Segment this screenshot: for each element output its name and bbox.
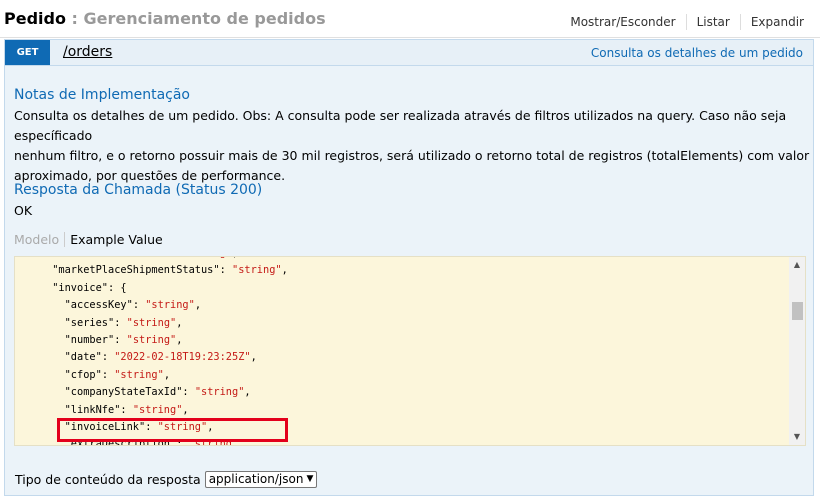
chevron-down-icon: ▼ [306, 474, 314, 484]
code-line: "accessKey": "string", [15, 297, 785, 314]
operation-bar[interactable]: GET /orders Consulta os detalhes de um p… [4, 39, 814, 66]
resource-description: Gerenciamento de pedidos [83, 9, 326, 28]
notes-line: nenhum filtro, e o retorno possuir mais … [14, 148, 810, 163]
code-key: "invoice" [52, 281, 108, 294]
code-line: "cfop": "string", [15, 367, 785, 384]
code-key: "accessKey" [64, 299, 133, 312]
code-line: "linkNfe": "string", [15, 402, 785, 419]
code-value: "string" [145, 299, 195, 312]
code-colon: : [101, 368, 115, 381]
code-value: "string" [232, 264, 282, 277]
code-line: "date": "2022-02-18T19:23:25Z", [15, 349, 785, 366]
title-separator: : [65, 9, 84, 28]
code-line: "series": "string", [15, 315, 785, 332]
action-divider [685, 14, 687, 30]
scroll-up-icon[interactable]: ▲ [789, 257, 805, 273]
implementation-notes-title: Notas de Implementação [14, 87, 190, 103]
list-link[interactable]: Listar [697, 15, 730, 29]
code-value: "string" [194, 386, 245, 399]
response-content-type: Tipo de conteúdo da resposta application… [15, 471, 318, 488]
resource-header: Pedido : Gerenciamento de pedidos Mostra… [0, 0, 820, 38]
code-line: "number": "string", [15, 332, 785, 349]
code-value: "2022-02-18T19:23:25Z" [114, 351, 251, 364]
code-colon: : [132, 299, 146, 312]
implementation-notes-text: Consulta os detalhes de um pedido. Obs: … [14, 106, 813, 186]
operation-path[interactable]: /orders [63, 44, 112, 60]
code-line: "companyStateTaxId": "string", [15, 384, 785, 401]
code-tail: , [176, 333, 183, 346]
code-key: "linkNfe" [64, 403, 121, 416]
code-line: "invoice": { [15, 280, 785, 297]
code-value: "string" [114, 368, 164, 381]
http-method-badge[interactable]: GET [5, 40, 50, 65]
scroll-down-icon[interactable]: ▼ [789, 429, 805, 445]
resource-title[interactable]: Pedido : Gerenciamento de pedidos [4, 9, 326, 28]
tab-model[interactable]: Modelo [14, 232, 66, 247]
code-value: "string" [126, 316, 177, 329]
code-key: "number" [64, 333, 115, 346]
code-value: "string" [132, 403, 183, 416]
code-key: "date" [64, 351, 102, 364]
response-status-text: OK [14, 203, 33, 218]
model-tabs: Modelo Example Value [14, 232, 163, 247]
expand-link[interactable]: Expandir [751, 15, 804, 29]
notes-line: Consulta os detalhes de um pedido. Obs: … [14, 108, 787, 143]
content-type-label: Tipo de conteúdo da resposta [15, 472, 201, 487]
code-key: "cfop" [64, 368, 102, 381]
code-key: "marketPlaceShipmentStatus" [52, 264, 220, 277]
code-tail: , [194, 299, 202, 312]
code-tail: , [250, 351, 257, 364]
code-key: "marketPlaceStatus" [52, 257, 170, 259]
code-tail: , [281, 264, 288, 277]
code-value: "string" [182, 257, 232, 259]
code-colon: : [120, 403, 133, 416]
resource-name[interactable]: Pedido [4, 9, 66, 28]
resource-actions: Mostrar/Esconder Listar Expandir [570, 14, 804, 30]
code-line: "marketPlaceShipmentStatus": "string", [15, 262, 785, 279]
code-colon: : [114, 316, 127, 329]
content-type-selected: application/json [208, 472, 304, 486]
response-title: Resposta da Chamada (Status 200) [14, 182, 263, 198]
code-colon: : [182, 386, 195, 399]
code-colon: : [170, 257, 182, 259]
action-divider [739, 14, 741, 30]
code-tail: { [114, 281, 127, 294]
code-colon: : [219, 264, 232, 277]
code-tail: , [232, 257, 238, 259]
scroll-thumb[interactable] [792, 302, 803, 320]
show-hide-link[interactable]: Mostrar/Esconder [570, 15, 675, 29]
code-value: "string" [126, 333, 177, 346]
code-key: "companyStateTaxId" [64, 386, 183, 399]
highlight-annotation-box [57, 418, 288, 442]
code-tail: , [163, 368, 171, 381]
code-tail: , [182, 403, 189, 416]
code-scrollbar[interactable]: ▲ ▼ [789, 257, 805, 445]
code-tail: , [176, 316, 183, 329]
operation-summary[interactable]: Consulta os detalhes de um pedido [591, 46, 803, 60]
code-tail: , [244, 386, 251, 399]
code-colon: : [114, 333, 127, 346]
content-type-select[interactable]: application/json ▼ [204, 471, 318, 488]
tab-example-value[interactable]: Example Value [65, 232, 163, 247]
code-key: "series" [64, 316, 115, 329]
code-colon: : [101, 351, 115, 364]
